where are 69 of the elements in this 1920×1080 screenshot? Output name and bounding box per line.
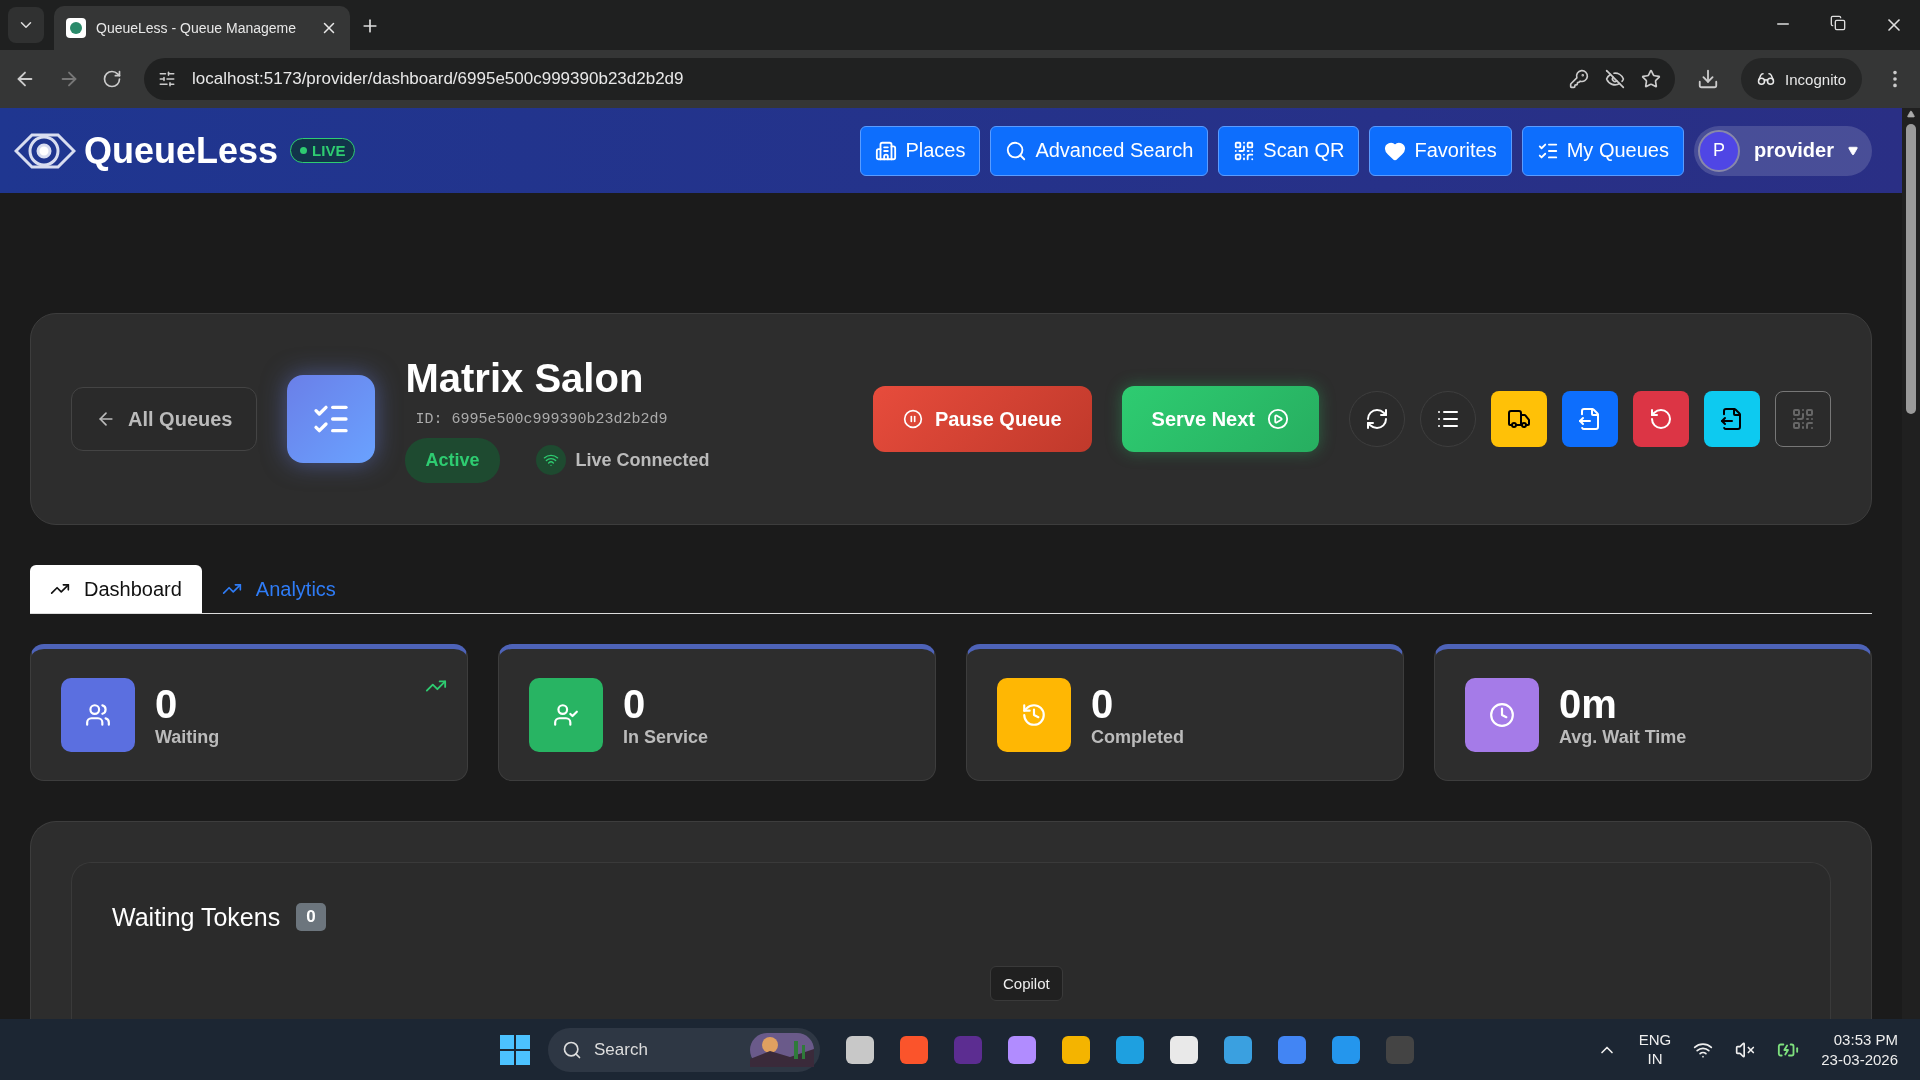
- clock[interactable]: 03:53 PM 23-03-2026: [1821, 1030, 1898, 1069]
- address-bar[interactable]: localhost:5173/provider/dashboard/6995e500c999390b23d2b2d9: [144, 58, 1676, 100]
- tooltip: Copilot: [990, 966, 1063, 1001]
- stat-label: Avg. Wait Time: [1559, 726, 1687, 748]
- tab[interactable]: Dashboard: [30, 565, 202, 613]
- tool-button[interactable]: [1562, 391, 1618, 447]
- nav-button[interactable]: My Queues: [1521, 125, 1684, 176]
- language-indicator[interactable]: ENG IN: [1638, 1030, 1672, 1069]
- nav-button[interactable]: Places: [860, 125, 981, 176]
- scroll-up-icon[interactable]: [1907, 110, 1915, 118]
- wifi-icon: [535, 445, 566, 475]
- pause-queue-button[interactable]: Pause Queue: [872, 386, 1092, 452]
- tab-title: QueueLess - Queue Manageme: [96, 20, 297, 36]
- windows-start-icon[interactable]: [500, 1034, 530, 1065]
- stat-label: Waiting: [155, 726, 220, 748]
- stat-value: 0m: [1559, 681, 1618, 727]
- eye-off-icon[interactable]: [1605, 69, 1626, 89]
- star-icon[interactable]: [1641, 69, 1662, 89]
- truck-icon: [1507, 407, 1531, 431]
- user-menu[interactable]: P provider: [1693, 125, 1872, 176]
- building-icon: [875, 139, 898, 162]
- browser-tab[interactable]: QueueLess - Queue Manageme: [54, 6, 350, 50]
- count-badge: 0: [296, 903, 326, 931]
- stat-label: In Service: [623, 726, 709, 748]
- tab[interactable]: Analytics: [201, 565, 356, 613]
- live-badge: LIVE: [290, 138, 356, 163]
- key-icon[interactable]: [1569, 69, 1590, 89]
- tool-button[interactable]: [1491, 391, 1547, 447]
- play-icon: [1267, 408, 1289, 430]
- incognito-icon: [1757, 70, 1776, 88]
- taskbar-search[interactable]: Search: [548, 1027, 820, 1072]
- pause-icon: [902, 409, 923, 429]
- search-icon: [1005, 139, 1028, 162]
- restore-icon[interactable]: [1830, 15, 1846, 31]
- tool-button[interactable]: [1420, 391, 1476, 447]
- all-queues-button[interactable]: All Queues: [71, 387, 258, 451]
- nav-button[interactable]: Advanced Search: [990, 125, 1209, 176]
- reload-icon[interactable]: [102, 69, 122, 89]
- tool-button[interactable]: [1633, 391, 1689, 447]
- stat-value: 0: [155, 681, 179, 727]
- qr-code-icon: [1233, 139, 1256, 162]
- nav-button[interactable]: Favorites: [1369, 125, 1512, 176]
- brand-name[interactable]: QueueLess: [84, 129, 279, 172]
- checklist-icon: [287, 375, 376, 463]
- connection-status: Live Connected: [575, 449, 710, 471]
- url-text: localhost:5173/provider/dashboard/6995e500c999390b23d2b2d9: [192, 69, 685, 89]
- stat-label: Completed: [1091, 726, 1184, 748]
- refresh-icon: [1365, 407, 1389, 431]
- section-title: Waiting Tokens: [112, 903, 281, 932]
- download-icon[interactable]: [1697, 68, 1720, 90]
- tool-button[interactable]: [1704, 391, 1760, 447]
- scrollbar[interactable]: [1902, 108, 1920, 1019]
- stat-value: 0: [1091, 681, 1115, 727]
- stat-value: 0: [623, 681, 647, 727]
- nav-button[interactable]: Scan QR: [1218, 125, 1360, 176]
- tab-list-button[interactable]: [8, 7, 44, 43]
- status-badge: Active: [405, 437, 500, 483]
- queue-name: Matrix Salon: [405, 355, 645, 401]
- user-avatar: P: [1697, 129, 1740, 172]
- caret-icon: [1848, 145, 1858, 156]
- favicon-icon: [66, 18, 86, 38]
- site-settings-icon[interactable]: [158, 70, 176, 88]
- tool-button[interactable]: [1349, 391, 1405, 447]
- scroll-thumb[interactable]: [1906, 124, 1916, 414]
- incognito-button[interactable]: Incognito: [1741, 58, 1862, 100]
- search-icon: [562, 1039, 582, 1060]
- queue-id: ID: 6995e500c999390b23d2b2d9: [415, 410, 669, 428]
- qr-code-icon: [1791, 407, 1815, 431]
- mute-icon[interactable]: [1735, 1039, 1756, 1060]
